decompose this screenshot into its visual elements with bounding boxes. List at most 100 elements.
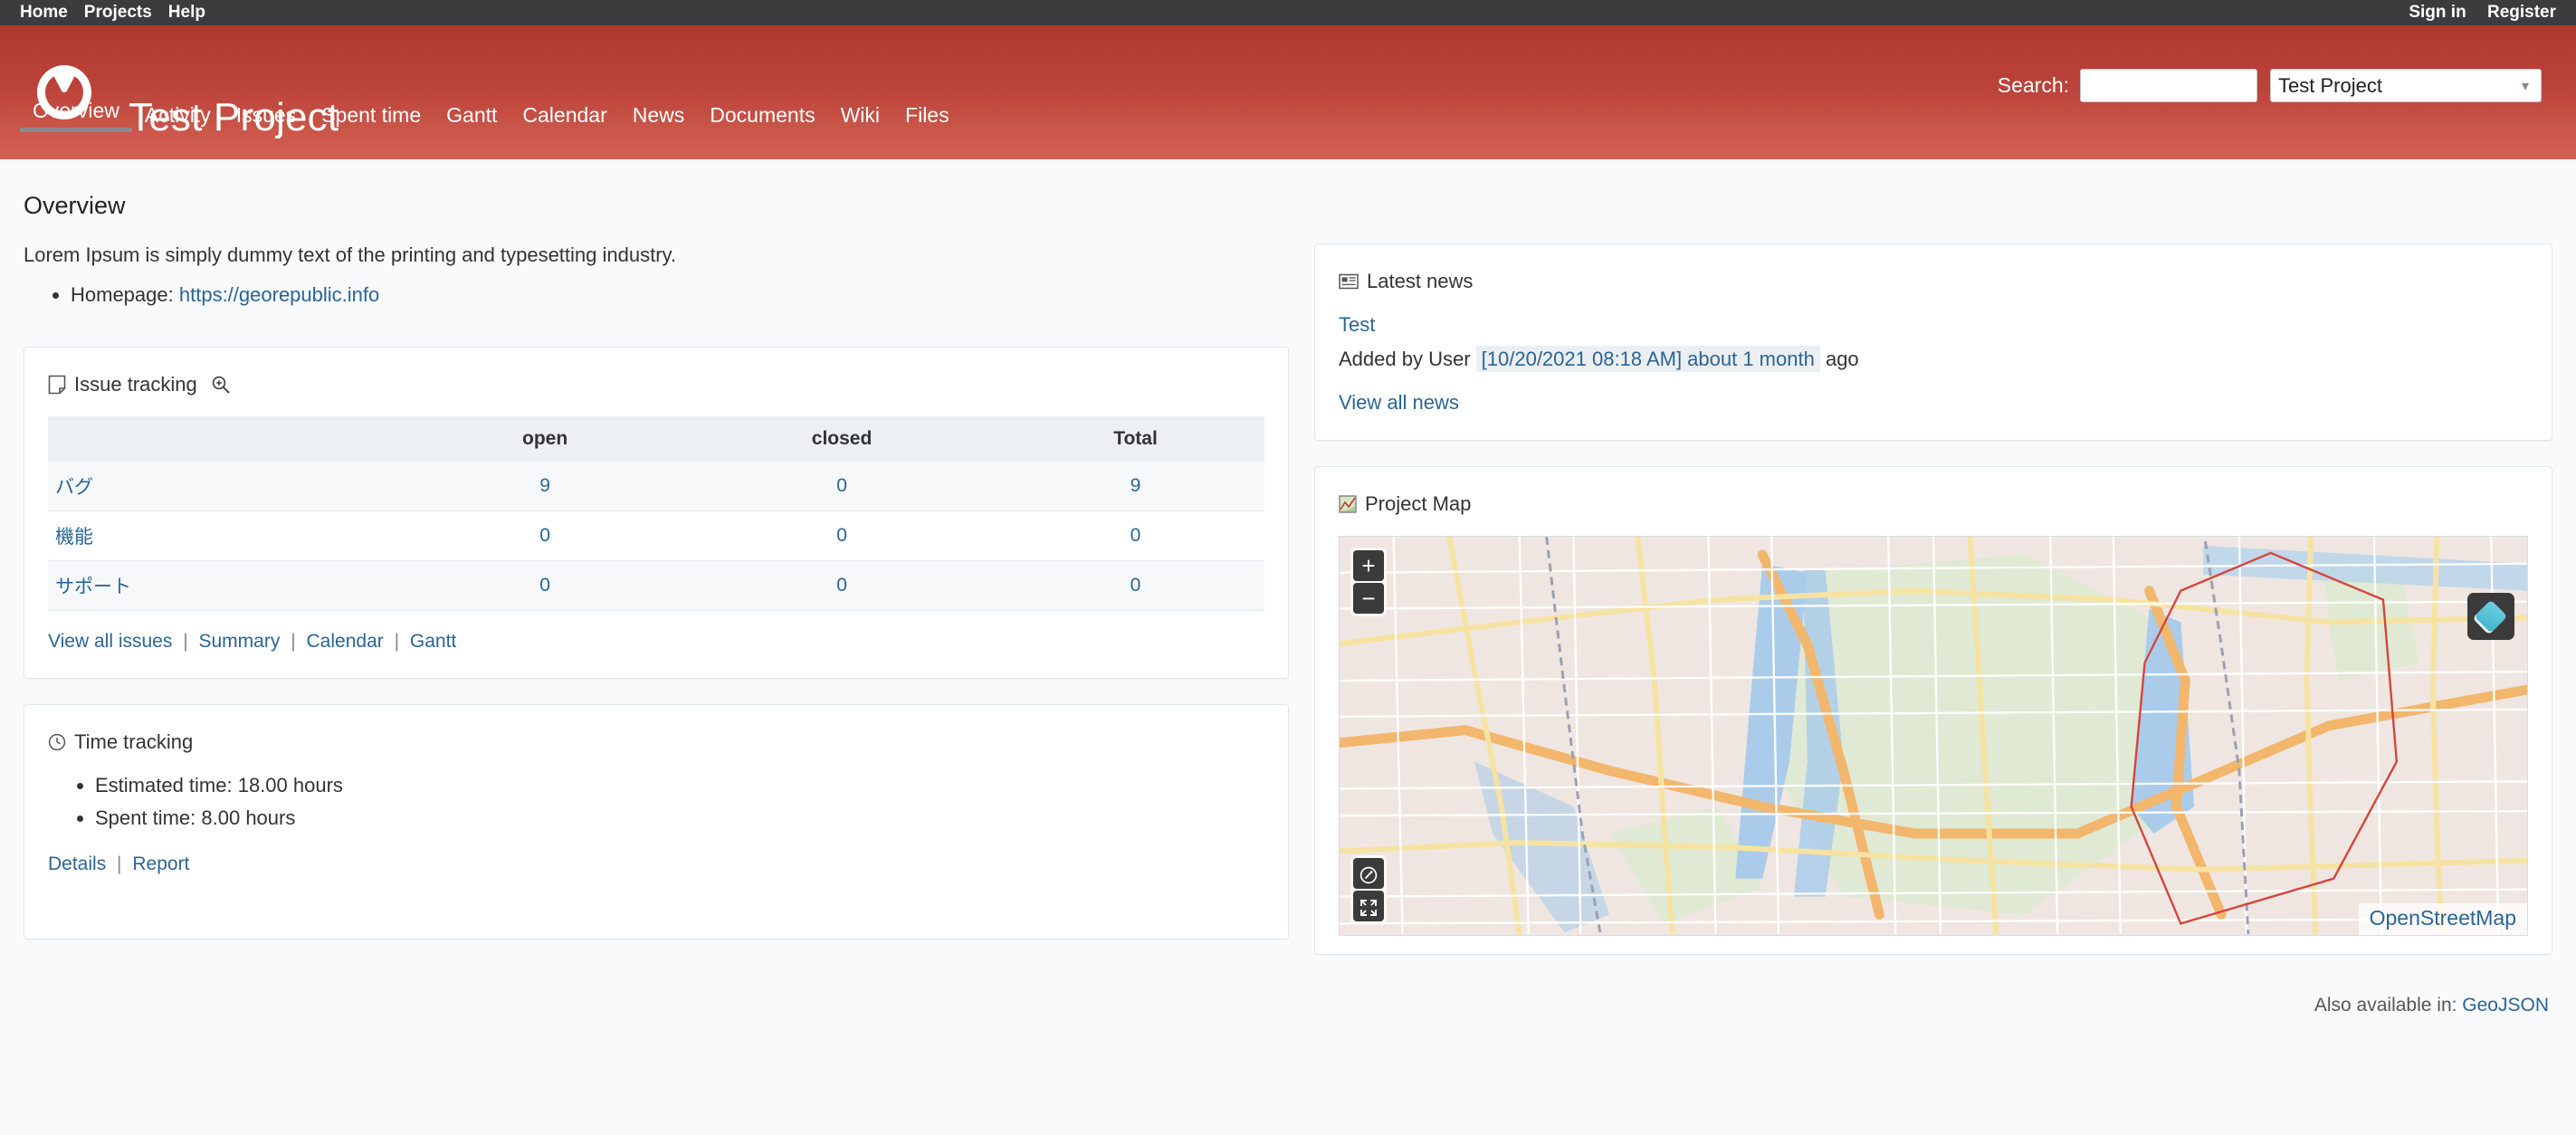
closed-count-cell: 0 — [677, 462, 1007, 511]
tab-wiki[interactable]: Wiki — [828, 105, 892, 132]
closed-count-link[interactable]: 0 — [836, 575, 847, 596]
closed-count-link[interactable]: 0 — [836, 475, 847, 496]
also-available-row: Also available in: GeoJSON — [1314, 980, 2552, 1016]
two-column-layout: Lorem Ipsum is simply dummy text of the … — [24, 243, 2552, 1016]
project-main-menu: Overview Activity Issues Spent time Gant… — [0, 100, 2576, 132]
time-details-link[interactable]: Details — [48, 854, 106, 874]
tab-files[interactable]: Files — [892, 105, 962, 132]
open-count-cell: 0 — [413, 510, 678, 561]
time-tracking-links: Details | Report — [48, 854, 1264, 875]
project-scope-select-wrap: Test Project ▾ — [2257, 69, 2542, 102]
issue-tracking-heading-label: Issue tracking — [74, 373, 197, 396]
map-zoom-in-button[interactable]: + — [1353, 550, 1384, 581]
map-zoom-out-button[interactable]: − — [1353, 583, 1384, 614]
tab-news[interactable]: News — [620, 105, 698, 132]
map-tile-layer — [1340, 537, 2527, 935]
estimated-time-item: Estimated time: 18.00 hours — [95, 774, 1264, 797]
compass-icon[interactable] — [1353, 858, 1384, 889]
spent-time-item: Spent time: 8.00 hours — [95, 806, 1264, 830]
calendar-link[interactable]: Calendar — [307, 631, 384, 652]
quick-search: Search: Test Project ▾ — [1998, 69, 2542, 102]
tab-spent-time[interactable]: Spent time — [309, 105, 434, 132]
tracker-link[interactable]: 機能 — [55, 527, 93, 548]
issue-tracking-links: View all issues | Summary | Calendar | G… — [48, 631, 1264, 653]
layers-diamond-icon[interactable] — [2467, 593, 2514, 640]
open-count-link[interactable]: 0 — [539, 575, 550, 596]
tab-calendar[interactable]: Calendar — [510, 105, 619, 132]
news-item-title-link[interactable]: Test — [1339, 313, 2528, 337]
gantt-link[interactable]: Gantt — [410, 631, 456, 652]
newspaper-icon — [1339, 273, 1359, 290]
issue-table-body: バグ 9 0 9 機能 0 0 0 サポート 0 0 0 — [48, 462, 1264, 611]
total-count-cell: 0 — [1007, 560, 1264, 611]
time-tracking-heading: Time tracking — [48, 730, 1264, 754]
project-scope-select[interactable]: Test Project — [2270, 69, 2542, 102]
latest-news-heading: Latest news — [1339, 270, 2528, 293]
project-links-list: Homepage: https://georepublic.info — [24, 283, 1289, 307]
issue-table-header-row: open closed Total — [48, 416, 1264, 462]
open-count-cell: 9 — [413, 462, 678, 511]
tab-gantt[interactable]: Gantt — [434, 105, 510, 132]
table-row: バグ 9 0 9 — [48, 462, 1264, 511]
homepage-link[interactable]: https://georepublic.info — [179, 283, 379, 306]
news-timestamp: [10/20/2021 08:18 AM] about 1 month — [1475, 346, 1820, 372]
closed-count-link[interactable]: 0 — [836, 525, 847, 546]
top-menu-right-group: Sign in Register — [2392, 0, 2556, 25]
closed-count-cell: 0 — [677, 560, 1007, 611]
top-menu-item-home[interactable]: Home — [20, 0, 68, 25]
open-count-link[interactable]: 9 — [539, 475, 550, 496]
tracker-name-cell: バグ — [48, 462, 414, 511]
tab-issues[interactable]: Issues — [224, 105, 309, 132]
sign-in-link[interactable]: Sign in — [2409, 3, 2466, 22]
top-menu-item-projects[interactable]: Projects — [84, 0, 152, 25]
tracker-link[interactable]: バグ — [55, 477, 93, 498]
latest-news-box: Latest news Test Added by User [10/20/20… — [1314, 243, 2552, 441]
open-count-link[interactable]: 0 — [539, 525, 550, 546]
header-inner: Test Project Search: Test Project ▾ Over… — [0, 25, 2576, 139]
map-thumbnail-icon — [1339, 495, 1357, 513]
link-separator: | — [291, 631, 296, 652]
search-input[interactable] — [2080, 69, 2257, 102]
total-count-cell: 9 — [1007, 462, 1264, 511]
issue-table-head: open closed Total — [48, 416, 1264, 462]
left-column: Lorem Ipsum is simply dummy text of the … — [24, 243, 1289, 965]
news-item-meta: Added by User [10/20/2021 08:18 AM] abou… — [1339, 346, 2528, 372]
magnifier-plus-icon[interactable] — [211, 375, 231, 395]
project-header: Test Project Search: Test Project ▾ Over… — [0, 25, 2576, 159]
register-link[interactable]: Register — [2487, 3, 2556, 22]
total-count-link[interactable]: 0 — [1131, 525, 1141, 546]
geojson-format-link[interactable]: GeoJSON — [2462, 995, 2549, 1016]
map-attribution-link[interactable]: OpenStreetMap — [2358, 903, 2527, 935]
page-title: Overview — [24, 192, 126, 219]
tab-documents[interactable]: Documents — [697, 105, 827, 132]
map-zoom-control: + − — [1350, 548, 1387, 616]
news-ago-suffix: ago — [1825, 348, 1859, 370]
project-map-box: Project Map + − OpenStreetMap — [1314, 466, 2552, 955]
time-tracking-list: Estimated time: 18.00 hours Spent time: … — [48, 774, 1264, 830]
fullscreen-expand-icon[interactable] — [1353, 891, 1384, 921]
total-count-link[interactable]: 0 — [1131, 575, 1141, 596]
project-description: Lorem Ipsum is simply dummy text of the … — [24, 243, 677, 266]
map-bottom-control-group — [1350, 855, 1387, 924]
total-count-cell: 0 — [1007, 510, 1264, 561]
tracker-name-cell: 機能 — [48, 510, 414, 561]
summary-link[interactable]: Summary — [199, 631, 281, 652]
tracker-link[interactable]: サポート — [55, 577, 131, 597]
leaflet-map[interactable]: + − OpenStreetMap — [1339, 536, 2528, 936]
homepage-label: Homepage: — [71, 283, 174, 306]
also-available-label: Also available in: — [2314, 995, 2457, 1016]
link-separator: | — [394, 631, 400, 652]
view-all-issues-link[interactable]: View all issues — [48, 631, 172, 652]
link-separator: | — [117, 854, 122, 874]
time-report-link[interactable]: Report — [132, 854, 189, 874]
tab-overview[interactable]: Overview — [20, 100, 132, 132]
closed-count-cell: 0 — [677, 510, 1007, 561]
time-tracking-box: Time tracking Estimated time: 18.00 hour… — [24, 704, 1289, 939]
tab-activity[interactable]: Activity — [132, 105, 224, 132]
view-all-news-link[interactable]: View all news — [1339, 391, 1459, 415]
news-added-by-label: Added by User — [1339, 348, 1471, 370]
top-menu-item-help[interactable]: Help — [168, 0, 205, 25]
top-account-menu: Home Projects Help Sign in Register — [0, 0, 2576, 25]
tracker-name-cell: サポート — [48, 560, 414, 611]
total-count-link[interactable]: 9 — [1131, 475, 1141, 496]
